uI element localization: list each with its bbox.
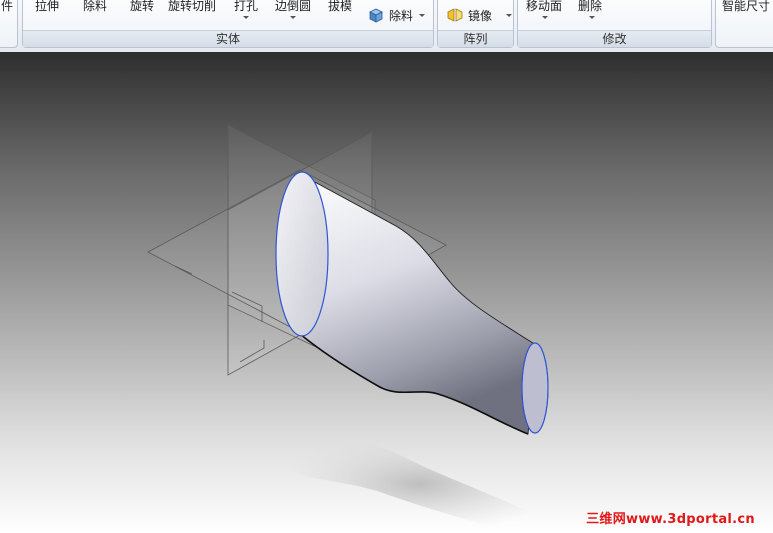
delete-dropdown-icon[interactable]: [589, 16, 595, 19]
ribbon-group-solid: 拉伸 除料 旋转 旋转切削 打孔 边倒圆 拔模 除料 实体: [22, 0, 434, 48]
cut-dropdown-label: 除料: [389, 9, 414, 23]
ribbon-group-left-partial: 件: [0, 0, 18, 48]
hole-button[interactable]: 打孔: [234, 0, 258, 14]
extrude-button[interactable]: 拉伸: [35, 0, 59, 14]
ribbon-group-right-partial: 智能尺寸: [715, 0, 773, 48]
solid-group-label: 实体: [23, 30, 433, 47]
body-surface[interactable]: [299, 173, 537, 435]
delete-button[interactable]: 删除: [578, 0, 602, 14]
cut-cube-icon: [369, 8, 383, 23]
modify-group-label: 修改: [518, 30, 711, 47]
pattern-group-label: 阵列: [438, 30, 513, 47]
revolved-body[interactable]: [275, 171, 549, 435]
mirror-label: 镜像: [468, 9, 493, 23]
fillet-button[interactable]: 边倒圆: [275, 0, 311, 14]
model-shadow: [279, 434, 560, 533]
ribbon-group-modify: 移动面 删除 修改: [517, 0, 712, 48]
model-canvas[interactable]: [0, 52, 773, 533]
cut-dropdown-caret-icon: [419, 14, 425, 17]
mirror-icon: [447, 8, 463, 22]
mirror-dropdown-icon: [506, 14, 512, 17]
ribbon-toolbar: 件 拉伸 除料 旋转 旋转切削 打孔 边倒圆 拔模 除料 实体 镜像 阵列 移动…: [0, 0, 773, 52]
ribbon-group-pattern: 镜像 阵列: [437, 0, 514, 48]
revolve-cut-button[interactable]: 旋转切削: [168, 0, 216, 14]
revolve-button[interactable]: 旋转: [130, 0, 154, 14]
move-face-dropdown-icon[interactable]: [542, 16, 548, 19]
left-fragment-label[interactable]: 件: [1, 0, 13, 14]
fillet-dropdown-icon[interactable]: [290, 16, 296, 19]
draft-button[interactable]: 拔模: [328, 0, 352, 14]
move-face-button[interactable]: 移动面: [526, 0, 562, 14]
smart-dimension-button[interactable]: 智能尺寸: [722, 0, 770, 14]
cut-tool-button[interactable]: 除料: [83, 0, 107, 14]
watermark-text: 三维网www.3dportal.cn: [586, 512, 755, 527]
hole-dropdown-icon[interactable]: [243, 16, 249, 19]
3d-viewport[interactable]: 三维网www.3dportal.cn: [0, 52, 773, 533]
